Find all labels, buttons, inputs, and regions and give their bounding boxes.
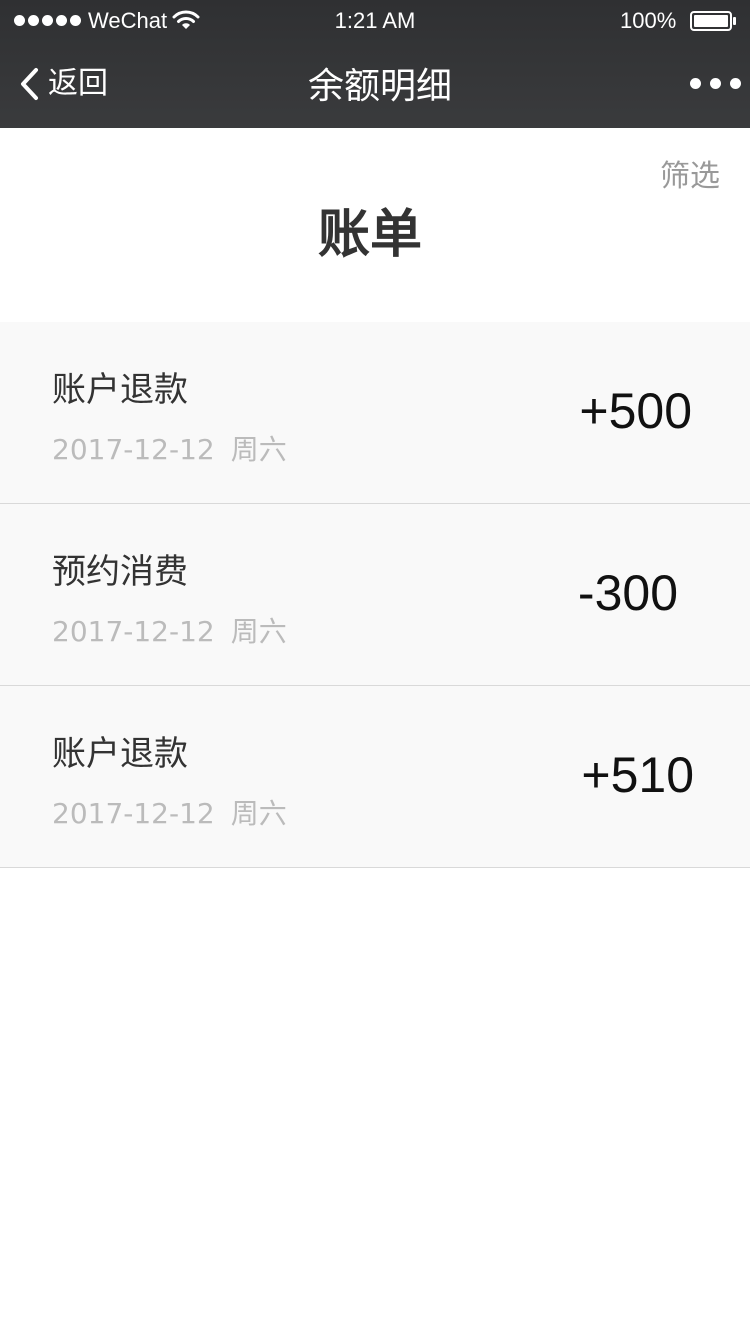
battery-percentage: 100%	[620, 8, 677, 33]
transaction-row[interactable]: 账户退款 2017-12-12 周六 +510	[0, 686, 750, 868]
transaction-amount: -300	[577, 565, 678, 621]
transaction-title: 预约消费	[52, 552, 188, 592]
top-bar: WeChat 1:21 AM 100% 返回 余额明细	[0, 0, 750, 128]
transaction-date: 2017-12-12 周六	[52, 612, 287, 652]
more-options-icon[interactable]	[690, 78, 741, 89]
page-title: 账单	[317, 205, 422, 265]
transaction-amount: +510	[581, 747, 694, 803]
transaction-list: 账户退款 2017-12-12 周六 +500 预约消费 2017-12-12 周六…	[0, 322, 750, 868]
transaction-weekday: 周六	[230, 615, 287, 648]
battery-icon	[690, 11, 736, 31]
transaction-weekday: 周六	[230, 433, 287, 466]
transaction-amount: +500	[579, 383, 692, 439]
filter-button[interactable]: 筛选	[660, 156, 720, 198]
navigation-bar: 返回 余额明细	[0, 40, 750, 128]
nav-title: 余额明细	[307, 66, 452, 107]
transaction-title: 账户退款	[52, 370, 188, 410]
transaction-weekday: 周六	[230, 797, 287, 830]
transaction-row[interactable]: 预约消费 2017-12-12 周六 -300	[0, 504, 750, 686]
transaction-date-value: 2017-12-12	[52, 433, 215, 466]
transaction-title: 账户退款	[52, 734, 188, 774]
transaction-date: 2017-12-12 周六	[52, 794, 287, 834]
status-bar: WeChat 1:21 AM 100%	[0, 0, 750, 40]
transaction-date-value: 2017-12-12	[52, 797, 215, 830]
transaction-row[interactable]: 账户退款 2017-12-12 周六 +500	[0, 322, 750, 504]
transaction-date-value: 2017-12-12	[52, 615, 215, 648]
transaction-date: 2017-12-12 周六	[52, 430, 287, 470]
